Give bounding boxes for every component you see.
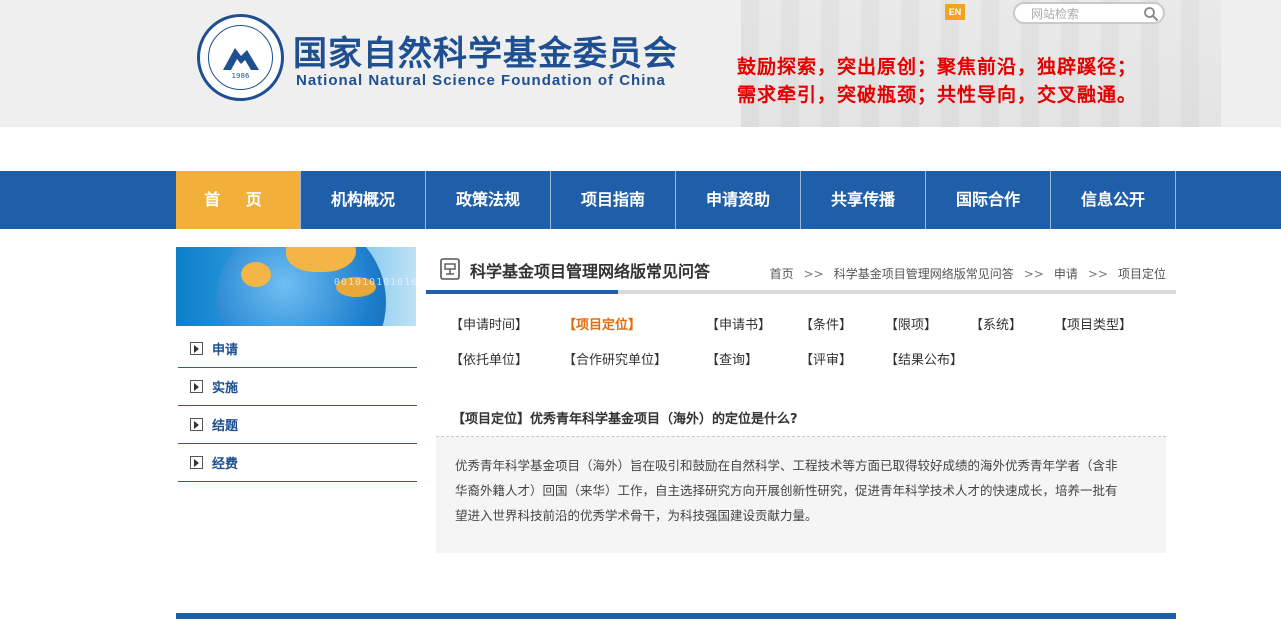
sidebar-item-implement[interactable]: 实施 (178, 368, 417, 406)
sidebar-item-label: 经费 (212, 457, 239, 472)
tag-conditions[interactable]: 【条件】 (800, 314, 852, 333)
document-icon (440, 258, 460, 280)
tag-project-type[interactable]: 【项目类型】 (1054, 314, 1132, 333)
answer-box: 优秀青年科学基金项目（海外）旨在吸引和鼓励在自然科学、工程技术等方面已取得较好成… (436, 437, 1166, 553)
tag-results[interactable]: 【结果公布】 (885, 349, 963, 368)
content-header: 科学基金项目管理网络版常见问答 首页 >> 科学基金项目管理网络版常见问答 >> 申请 >… (426, 248, 1176, 294)
tag-system[interactable]: 【系统】 (970, 314, 1022, 333)
title-underline-accent (426, 290, 618, 294)
answer-line-1: 优秀青年科学基金项目（海外）旨在吸引和鼓励在自然科学、工程技术等方面已取得较好成… (455, 458, 1118, 473)
nsfc-logo[interactable]: 1986 (197, 14, 284, 101)
breadcrumb-separator: >> (803, 267, 824, 281)
main-nav: 首 页 机构概况 政策法规 项目指南 申请资助 共享传播 国际合作 信息公开 (0, 171, 1281, 229)
nav-item-home[interactable]: 首 页 (176, 171, 301, 229)
slogan-line-2: 需求牵引，突破瓶颈；共性导向，交叉融通。 (737, 84, 1138, 106)
breadcrumb-apply[interactable]: 申请 (1054, 267, 1078, 281)
logo-inner-ring: 1986 (208, 25, 273, 90)
search-icon[interactable] (1143, 6, 1159, 22)
nav-item-guide[interactable]: 项目指南 (551, 171, 676, 229)
answer-line-3: 望进入世界科技前沿的优秀学术骨干，为科技强国建设贡献力量。 (455, 508, 818, 523)
answer-line-2: 华裔外籍人才）回国（来华）工作，自主选择研究方向开展创新性研究，促进青年科学技术… (455, 483, 1118, 498)
tag-application-form[interactable]: 【申请书】 (706, 314, 771, 333)
sidebar-item-label: 结题 (212, 419, 239, 434)
arrow-right-icon (190, 342, 203, 355)
banner-binary-text: 0010101010101 (334, 277, 416, 288)
nav-item-international[interactable]: 国际合作 (926, 171, 1051, 229)
logo-year: 1986 (231, 72, 250, 80)
nav-item-sharing[interactable]: 共享传播 (801, 171, 926, 229)
english-version-button[interactable]: EN (945, 4, 965, 20)
sidebar-item-apply[interactable]: 申请 (178, 330, 417, 368)
tag-cooperating-institution[interactable]: 【合作研究单位】 (563, 349, 667, 368)
sidebar-banner-image: 0010101010101 (176, 247, 416, 326)
tag-host-institution[interactable]: 【依托单位】 (450, 349, 528, 368)
site-header: 1986 国家自然科学基金委员会 National Natural Scienc… (0, 0, 1281, 127)
arrow-right-icon (190, 456, 203, 469)
tag-apply-time[interactable]: 【申请时间】 (450, 314, 528, 333)
arrow-right-icon (190, 380, 203, 393)
tag-query[interactable]: 【查询】 (706, 349, 758, 368)
sidebar-item-conclude[interactable]: 结题 (178, 406, 417, 444)
breadcrumb-home[interactable]: 首页 (770, 267, 794, 281)
nav-item-policy[interactable]: 政策法规 (426, 171, 551, 229)
site-search (1013, 2, 1165, 24)
site-title-cn: 国家自然科学基金委员会 (293, 34, 678, 74)
breadcrumb-separator: >> (1087, 267, 1108, 281)
sidebar-item-funds[interactable]: 经费 (178, 444, 417, 482)
tag-review[interactable]: 【评审】 (800, 349, 852, 368)
nav-item-funding[interactable]: 申请资助 (676, 171, 801, 229)
site-title-en: National Natural Science Foundation of C… (296, 72, 666, 89)
nav-item-about[interactable]: 机构概况 (301, 171, 426, 229)
slogan-line-1: 鼓励探索，突出原创；聚焦前沿，独辟蹊径； (737, 56, 1138, 78)
nav-item-disclosure[interactable]: 信息公开 (1051, 171, 1176, 229)
sidebar-menu: 申请 实施 结题 经费 (178, 330, 417, 482)
breadcrumb-separator: >> (1023, 267, 1044, 281)
question-title: 【项目定位】优秀青年科学基金项目（海外）的定位是什么? (452, 412, 798, 427)
footer-divider (176, 613, 1176, 619)
tag-limits[interactable]: 【限项】 (885, 314, 937, 333)
sidebar-item-label: 实施 (212, 381, 239, 396)
sidebar-item-label: 申请 (212, 343, 239, 358)
page-title: 科学基金项目管理网络版常见问答 (470, 262, 711, 281)
tag-project-positioning[interactable]: 【项目定位】 (563, 314, 641, 333)
breadcrumb: 首页 >> 科学基金项目管理网络版常见问答 >> 申请 >> 项目定位 (770, 265, 1166, 282)
arrow-right-icon (190, 418, 203, 431)
search-input[interactable] (1031, 6, 1131, 22)
breadcrumb-current: 项目定位 (1117, 267, 1166, 281)
mountain-icon (223, 48, 259, 70)
breadcrumb-faq[interactable]: 科学基金项目管理网络版常见问答 (834, 267, 1014, 281)
